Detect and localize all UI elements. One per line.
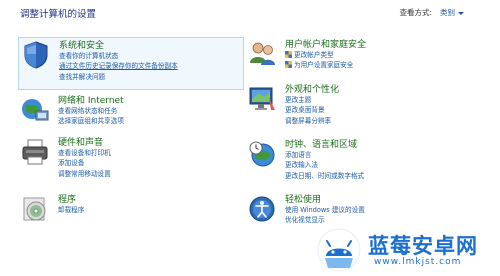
clock-globe-icon [249,141,275,167]
category-clock-language-region[interactable]: 时钟、语言和区域 添加语言 更改输入法 更改日期、时间或数字格式 [245,137,485,187]
link-add-language[interactable]: 添加语言 [285,150,364,160]
network-globe-icon [22,99,49,121]
category-hardware-sound[interactable]: 硬件和声音 查看设备和打印机 添加设备 调整常用移动设置 [18,135,244,185]
link-family-safety[interactable]: 为用户设置家庭安全 [285,60,353,70]
link-view-computer-status[interactable]: 查看你的计算机状态 [59,51,178,61]
link-network-status[interactable]: 查看网络状态和任务 [58,106,124,116]
link-text: 为用户设置家庭安全 [294,61,354,70]
programs-disc-icon [23,197,46,221]
watermark-url: www.lmkjst.com [374,257,462,267]
uac-shield-icon [285,61,292,69]
chevron-down-icon [458,11,464,15]
category-user-accounts[interactable]: 用户帐户和家庭安全 更改帐户类型 为用户设置家庭安全 [245,37,485,77]
link-optimize-visual-display[interactable]: 优化视觉显示 [285,215,365,225]
appearance-monitor-icon [249,87,275,110]
category-ease-of-access[interactable]: 轻松使用 使用 Windows 建议的设置 优化视觉显示 [245,192,485,228]
category-title[interactable]: 轻松使用 [285,192,321,205]
view-by-value: 类别 [440,8,455,17]
link-file-history-backup[interactable]: 通过文件历史记录保存你的文件备份副本 [59,61,178,71]
category-title[interactable]: 网络和 Internet [58,93,124,106]
category-title[interactable]: 系统和安全 [59,38,104,51]
link-screen-resolution[interactable]: 调整屏幕分辨率 [285,116,331,126]
page-title: 调整计算机的设置 [20,9,97,20]
link-change-account-type[interactable]: 更改帐户类型 [285,50,353,60]
category-title[interactable]: 用户帐户和家庭安全 [285,37,366,50]
link-change-input-method[interactable]: 更改输入法 [285,160,364,170]
category-appearance[interactable]: 外观和个性化 更改主题 更改桌面背景 调整屏幕分辨率 [245,82,485,132]
link-troubleshoot[interactable]: 查找并解决问题 [59,72,178,82]
link-recommended-settings[interactable]: 使用 Windows 建议的设置 [285,205,365,215]
watermark: 蓝莓安卓网 www.lmkjst.com [316,228,496,272]
printer-icon [22,139,48,165]
link-devices-printers[interactable]: 查看设备和打印机 [58,148,111,158]
ease-of-access-icon [249,196,275,222]
uac-shield-icon [285,51,292,58]
link-homegroup-sharing[interactable]: 选择家庭组和共享选项 [58,116,124,126]
view-by-label: 查看方式: [399,8,432,17]
category-title[interactable]: 硬件和声音 [58,135,103,148]
android-logo-icon [317,228,361,272]
watermark-title: 蓝莓安卓网 [368,234,478,258]
link-add-device[interactable]: 添加设备 [58,158,111,168]
link-date-time-format[interactable]: 更改日期、时间或数字格式 [285,171,364,181]
link-uninstall-program[interactable]: 卸载程序 [58,205,84,215]
shield-icon [24,41,48,69]
category-title[interactable]: 程序 [58,192,76,205]
category-network-internet[interactable]: 网络和 Internet 查看网络状态和任务 选择家庭组和共享选项 [18,93,244,131]
view-by-dropdown[interactable]: 类别 [440,7,464,18]
category-programs[interactable]: 程序 卸载程序 [18,192,244,222]
category-system-security[interactable]: 系统和安全 查看你的计算机状态 通过文件历史记录保存你的文件备份副本 查找并解决… [18,37,244,90]
category-title[interactable]: 外观和个性化 [285,82,339,95]
link-mobility-settings[interactable]: 调整常用移动设置 [58,169,111,179]
category-title[interactable]: 时钟、语言和区域 [285,137,357,150]
link-change-theme[interactable]: 更改主题 [285,95,331,105]
link-text: 更改帐户类型 [294,51,334,59]
users-icon [250,42,275,65]
link-desktop-background[interactable]: 更改桌面背景 [285,105,331,115]
